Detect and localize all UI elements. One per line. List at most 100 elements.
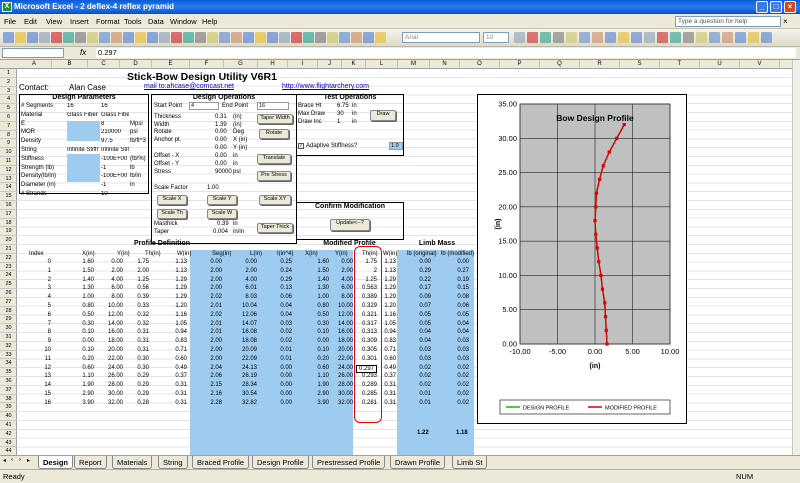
toolbar-tool-icon[interactable]	[135, 32, 146, 43]
row-header[interactable]: 12	[0, 166, 17, 175]
table-cell[interactable]: 16.00	[338, 329, 353, 335]
table-cell[interactable]: 1.13	[175, 268, 187, 274]
table-cell[interactable]: 0.50	[82, 312, 94, 318]
table-cell[interactable]: 11	[45, 356, 51, 362]
table-cell[interactable]: 1.30	[82, 285, 94, 291]
scale-factor-value[interactable]: 1.00	[207, 185, 219, 191]
table-cell[interactable]: 0.03	[457, 338, 469, 344]
param-value-2[interactable]: 97.5	[101, 138, 113, 144]
data-point[interactable]	[605, 342, 609, 346]
table-cell[interactable]: 0.31	[137, 329, 149, 335]
table-cell[interactable]: 12.00	[338, 312, 353, 318]
end-point-select[interactable]: 16	[257, 102, 289, 110]
table-cell[interactable]: 2.90	[82, 391, 94, 397]
row-header[interactable]: 20	[0, 236, 17, 245]
font-name-select[interactable]: Arial	[402, 32, 480, 43]
table-cell[interactable]: 24.00	[108, 365, 123, 371]
draw-button[interactable]: Draw	[370, 110, 396, 121]
table-cell[interactable]: 0.60	[317, 365, 329, 371]
data-point[interactable]	[600, 287, 605, 291]
table-cell[interactable]: 2.00	[210, 356, 222, 362]
row-header[interactable]: 2	[0, 78, 17, 87]
column-header-A[interactable]: A	[17, 60, 52, 69]
sheet-tab-design-profile[interactable]: Design Profile	[252, 456, 309, 469]
table-cell[interactable]: 2.01	[210, 329, 222, 335]
param-value[interactable]: Glass Fiber (GC	[67, 112, 99, 118]
table-cell[interactable]: 20.00	[108, 347, 123, 353]
menu-file[interactable]: File	[4, 17, 16, 26]
format-tool-icon[interactable]	[644, 32, 655, 43]
row-header[interactable]: 22	[0, 254, 17, 263]
row-header[interactable]: 1	[0, 69, 17, 78]
table-cell[interactable]: 5	[48, 303, 51, 309]
scale-th-button[interactable]: Scale Th	[157, 209, 187, 219]
table-cell[interactable]: 4.00	[111, 277, 123, 283]
menu-insert[interactable]: Insert	[70, 17, 89, 26]
op-value[interactable]: 0.00	[215, 145, 227, 151]
data-point[interactable]	[599, 273, 603, 278]
row-header[interactable]: 15	[0, 192, 17, 201]
row-header[interactable]: 17	[0, 210, 17, 219]
table-cell[interactable]: 0.17	[419, 285, 431, 291]
row-header[interactable]: 19	[0, 227, 17, 237]
format-tool-icon[interactable]	[761, 32, 772, 43]
tab-nav-icon[interactable]: ◂	[3, 457, 6, 464]
name-box[interactable]	[2, 48, 64, 58]
format-tool-icon[interactable]	[579, 32, 590, 43]
table-cell[interactable]: 12.06	[242, 312, 257, 318]
table-cell[interactable]: 2.00	[210, 277, 222, 283]
param-value-2[interactable]: 10	[101, 191, 108, 197]
menu-format[interactable]: Format	[96, 17, 120, 26]
op-value[interactable]: 1.39	[215, 122, 227, 128]
table-cell[interactable]: 1.75	[137, 259, 149, 265]
table-cell[interactable]: 1.29	[384, 277, 396, 283]
table-cell[interactable]: 7	[48, 321, 51, 327]
menu-edit[interactable]: Edit	[24, 17, 37, 26]
row-header[interactable]: 24	[0, 271, 17, 281]
taper-value[interactable]: 0.004	[213, 229, 228, 235]
param-value-2[interactable]: -1	[101, 165, 106, 171]
row-header[interactable]: 25	[0, 280, 17, 289]
toolbar-tool-icon[interactable]	[51, 32, 62, 43]
toolbar-tool-icon[interactable]	[255, 32, 266, 43]
format-tool-icon[interactable]	[748, 32, 759, 43]
table-cell[interactable]: 0.02	[280, 329, 292, 335]
rotate-button[interactable]: Rotate	[259, 129, 289, 139]
website-link[interactable]: http://www.flightarchery.com	[282, 83, 369, 90]
close-button[interactable]: ×	[784, 1, 796, 13]
sheet-tab-materials[interactable]: Materials	[112, 456, 153, 469]
fx-icon[interactable]: fx	[80, 48, 86, 57]
row-header[interactable]: 40	[0, 412, 17, 421]
data-point[interactable]	[607, 150, 611, 154]
table-cell[interactable]: 0.30	[317, 321, 329, 327]
table-cell[interactable]: 0.00	[457, 259, 469, 265]
table-cell[interactable]: 0.31	[175, 382, 187, 388]
row-header[interactable]: 26	[0, 289, 17, 298]
op-value[interactable]: 0.00	[215, 153, 227, 159]
table-cell[interactable]: 1.29	[384, 285, 396, 291]
toolbar-tool-icon[interactable]	[75, 32, 86, 43]
row-header[interactable]: 3	[0, 87, 17, 96]
toolbar-tool-icon[interactable]	[87, 32, 98, 43]
test-value[interactable]: 6.75	[337, 103, 349, 109]
table-cell[interactable]: 1.60	[82, 259, 94, 265]
close-workbook-icon[interactable]: ×	[783, 17, 788, 26]
table-cell[interactable]: 14	[44, 382, 51, 388]
table-cell[interactable]: 1.13	[175, 259, 187, 265]
table-cell[interactable]: 1.25	[137, 277, 149, 283]
row-header[interactable]: 43	[0, 439, 17, 448]
help-search-input[interactable]: Type a question for help	[675, 16, 781, 27]
toolbar-tool-icon[interactable]	[99, 32, 110, 43]
table-cell[interactable]: 14.07	[242, 321, 257, 327]
table-cell[interactable]: 2.00	[341, 268, 353, 274]
table-cell[interactable]: 0.60	[82, 365, 94, 371]
table-cell[interactable]: 4.00	[341, 277, 353, 283]
table-cell[interactable]: 30.54	[242, 391, 257, 397]
toolbar-tool-icon[interactable]	[123, 32, 134, 43]
table-cell[interactable]: 0.19	[457, 277, 469, 283]
translate-button[interactable]: Translate	[257, 154, 291, 164]
table-cell[interactable]: 1.13	[384, 268, 396, 274]
format-tool-icon[interactable]	[540, 32, 551, 43]
param-value[interactable]: Infinite Stiffness	[67, 147, 99, 153]
font-size-select[interactable]: 10	[483, 32, 509, 43]
